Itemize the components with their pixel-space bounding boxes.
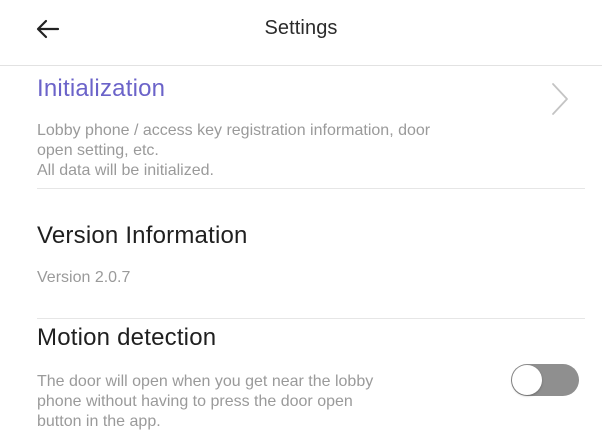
motion-detection-title: Motion detection — [37, 324, 217, 351]
settings-screen: Settings Initialization Lobby phone / ac… — [0, 0, 602, 437]
motion-detection-description: The door will open when you get near the… — [37, 372, 477, 432]
divider — [37, 188, 585, 189]
header: Settings — [0, 0, 602, 62]
page-title: Settings — [264, 17, 338, 39]
motion-detection-toggle[interactable] — [511, 364, 579, 396]
toggle-knob — [512, 365, 542, 395]
version-information-title: Version Information — [37, 222, 248, 249]
motion-detection-description-line: phone without having to press the door o… — [37, 393, 353, 410]
motion-detection-description-line: button in the app. — [37, 413, 161, 430]
initialization-description-line: All data will be initialized. — [37, 162, 214, 179]
divider — [37, 318, 585, 319]
initialization-row[interactable]: Initialization Lobby phone / access key … — [0, 66, 602, 189]
initialization-title: Initialization — [37, 75, 166, 102]
initialization-description: Lobby phone / access key registration in… — [37, 121, 557, 181]
initialization-description-line: Lobby phone / access key registration in… — [37, 122, 431, 139]
motion-detection-description-line: The door will open when you get near the… — [37, 373, 374, 390]
chevron-right-icon — [550, 82, 570, 116]
version-number: Version 2.0.7 — [37, 269, 131, 286]
initialization-description-line: open setting, etc. — [37, 142, 159, 159]
